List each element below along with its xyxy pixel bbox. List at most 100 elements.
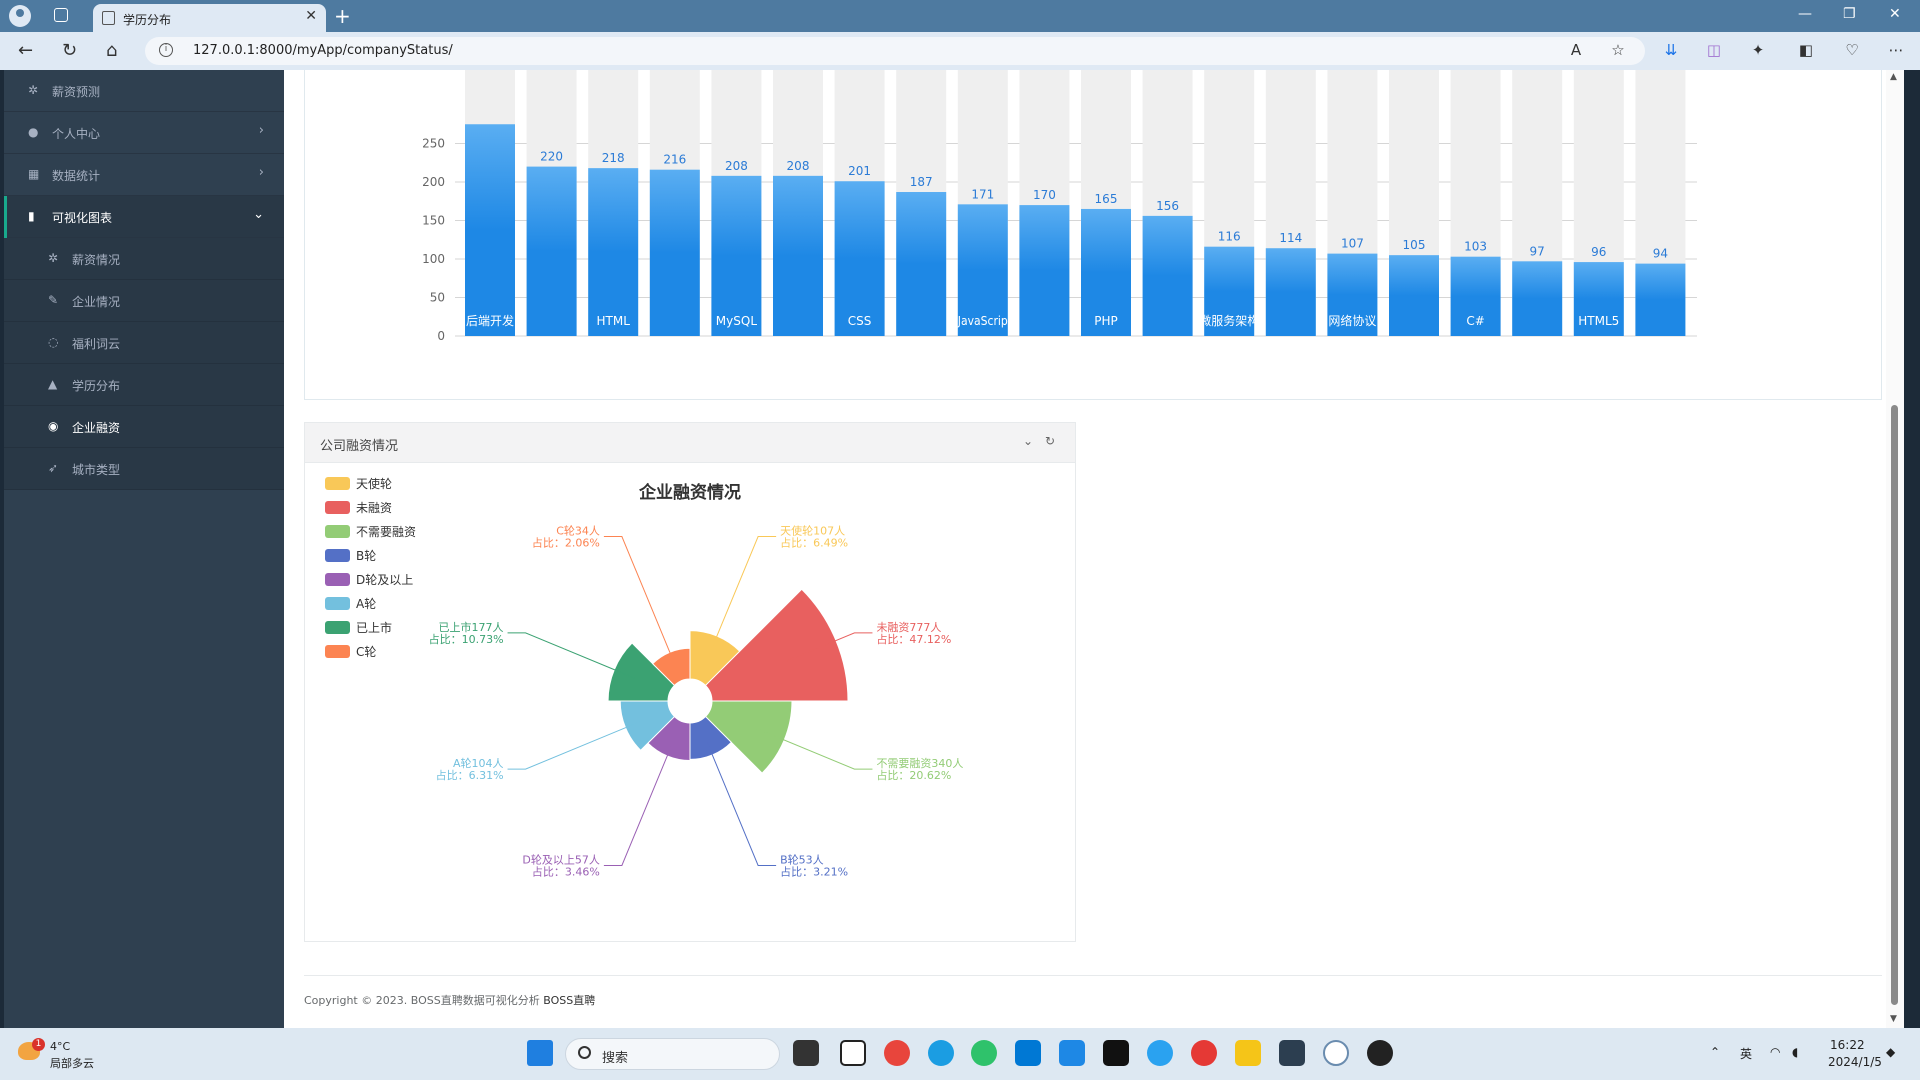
footer-brand-link[interactable]: BOSS直聘 — [543, 994, 595, 1007]
split-screen-icon[interactable]: ◧ — [1798, 42, 1814, 58]
panel-title: 公司融资情况 — [320, 439, 399, 454]
volume-icon[interactable]: ◖ — [1792, 1045, 1798, 1059]
sidebar-subitem-company[interactable]: ✎ 企业情况 — [4, 280, 284, 322]
close-tab-icon[interactable]: ✕ — [305, 8, 317, 24]
app-record-icon[interactable] — [1367, 1040, 1393, 1066]
minimize-icon[interactable]: — — [1798, 6, 1812, 22]
brush-icon: ✎ — [48, 293, 59, 307]
sidebar-subitem-education[interactable]: ▲ 学历分布 — [4, 364, 284, 406]
bar-category-label: JavaScrip — [957, 314, 1008, 328]
app-cat-icon[interactable] — [1279, 1040, 1305, 1066]
sidebar-item-label: 个人中心 — [52, 127, 101, 141]
refresh-icon[interactable]: ↻ — [62, 40, 77, 61]
profile-icon[interactable] — [9, 5, 31, 27]
legend-swatch — [325, 645, 350, 658]
sidebar-subitem-city-type[interactable]: ➶ 城市类型 — [4, 448, 284, 490]
vertical-scrollbar[interactable]: ▲ ▼ — [1886, 70, 1904, 1028]
home-icon[interactable]: ⌂ — [106, 40, 117, 61]
bar — [1635, 263, 1686, 336]
financing-rose-chart: 企业融资情况 天使轮未融资不需要融资 B轮 D轮及以上 A轮已上市 C轮 天使轮107人占比… — [325, 476, 963, 878]
scrollbar-thumb[interactable] — [1891, 405, 1898, 1005]
file-explorer-icon[interactable] — [793, 1040, 819, 1066]
sticky-notes-icon[interactable] — [1235, 1040, 1261, 1066]
scroll-up-icon[interactable]: ▲ — [1890, 72, 1897, 82]
url-bar[interactable]: i 127.0.0.1:8000/myApp/companyStatus/ — [145, 37, 1645, 65]
slice-label: B轮53人 — [780, 852, 824, 866]
wechat-icon[interactable] — [971, 1040, 997, 1066]
start-windows-icon[interactable] — [527, 1040, 553, 1066]
collapse-chevron-icon[interactable]: ⌄ — [1023, 434, 1033, 448]
gear-icon: ✲ — [48, 251, 59, 265]
more-menu-icon[interactable]: ⋯ — [1888, 42, 1904, 58]
y-tick-label: 50 — [430, 291, 445, 305]
sidebar-subitem-financing[interactable]: ◉ 企业融资 — [4, 406, 284, 448]
bar — [1265, 248, 1316, 336]
sidebar-item-label: 数据统计 — [52, 169, 101, 183]
favorite-star-icon[interactable]: ☆ — [1610, 42, 1626, 58]
bar-value-label: 156 — [1156, 199, 1179, 213]
browser-essentials-icon[interactable]: ♡ — [1844, 42, 1860, 58]
scroll-down-icon[interactable]: ▼ — [1890, 1014, 1897, 1024]
refresh-icon[interactable]: ↻ — [1045, 434, 1055, 448]
sidebar-subitem-welfare-cloud[interactable]: ◌ 福利词云 — [4, 322, 284, 364]
read-aloud-icon[interactable]: A — [1568, 42, 1584, 58]
bar-category-label: C# — [1466, 314, 1484, 328]
workspaces-icon[interactable] — [54, 8, 68, 22]
url-text[interactable]: 127.0.0.1:8000/myApp/companyStatus/ — [193, 43, 453, 58]
notion-icon[interactable] — [840, 1040, 866, 1066]
ime-indicator[interactable]: 英 — [1740, 1045, 1752, 1062]
app-arrow-icon[interactable] — [1059, 1040, 1085, 1066]
bar — [588, 168, 639, 336]
chat-app-icon[interactable] — [1147, 1040, 1173, 1066]
browser-tab[interactable]: 学历分布 ✕ — [93, 4, 326, 32]
chrome-icon[interactable] — [884, 1040, 910, 1066]
taskbar-search[interactable]: 搜索 — [565, 1038, 780, 1070]
leader-line — [603, 536, 675, 663]
vscode-icon[interactable] — [1015, 1040, 1041, 1066]
back-icon[interactable]: ← — [18, 40, 33, 61]
panel-header: 公司融资情况 ⌄ ↻ — [305, 423, 1075, 463]
sidebar-item-visual-charts[interactable]: ▮ 可视化图表 ⌄ — [4, 196, 284, 238]
sidebar-item-personal-center[interactable]: ● 个人中心 › — [4, 112, 284, 154]
legend-label: 已上市 — [356, 620, 392, 635]
main-content: 250 200 150 100 50 0 后端开发 220 218 HTML 216 208 MySQL… — [284, 70, 1886, 1028]
page-viewport: ✲ 薪资预测 ● 个人中心 › ▦ 数据统计 › ▮ 可视化图表 ⌄ ✲ 薪资情… — [4, 70, 1904, 1028]
jetbrains-icon[interactable] — [1103, 1040, 1129, 1066]
extension-download-icon[interactable]: ⇊ — [1663, 42, 1679, 58]
bar — [526, 166, 577, 336]
clock-date[interactable]: 2024/1/5 — [1828, 1055, 1882, 1069]
extensions-icon[interactable]: ✦ — [1750, 42, 1766, 58]
chevron-down-icon: ⌄ — [253, 207, 264, 222]
sidebar-subitem-salary[interactable]: ✲ 薪资情况 — [4, 238, 284, 280]
close-window-icon[interactable]: ✕ — [1889, 6, 1901, 22]
bar-value-label: 218 — [602, 151, 625, 165]
bar — [1512, 261, 1563, 336]
sidebar-subitem-label: 福利词云 — [72, 337, 121, 351]
new-tab-icon[interactable]: + — [334, 4, 351, 28]
lightbulb-icon: ◌ — [48, 335, 59, 349]
bar-value-label: 97 — [1530, 244, 1545, 258]
address-toolbar: ← ↻ ⌂ i 127.0.0.1:8000/myApp/companyStat… — [0, 32, 1920, 70]
sidebar-item-data-stats[interactable]: ▦ 数据统计 › — [4, 154, 284, 196]
slice-percent-label: 占比：3.46% — [532, 864, 600, 878]
y-tick-label: 250 — [422, 137, 445, 151]
sidebar-item-salary-prediction[interactable]: ✲ 薪资预测 — [4, 70, 284, 112]
site-info-icon[interactable]: i — [159, 43, 173, 57]
chevron-right-icon: › — [258, 165, 264, 180]
leader-line — [507, 720, 643, 770]
extension-book-icon[interactable]: ◫ — [1706, 42, 1722, 58]
notification-bell-icon[interactable]: ◆ — [1886, 1045, 1895, 1059]
browser-tab-bar: 学历分布 ✕ + — ❐ ✕ — [0, 0, 1920, 32]
grid-icon: ▦ — [28, 167, 40, 181]
restore-icon[interactable]: ❐ — [1843, 6, 1856, 22]
netease-music-icon[interactable] — [1191, 1040, 1217, 1066]
user-icon: ● — [28, 125, 39, 139]
clock-time[interactable]: 16:22 — [1830, 1038, 1865, 1052]
edge-icon[interactable] — [928, 1040, 954, 1066]
legend-label: B轮 — [356, 549, 376, 563]
app-cluster-icon[interactable] — [1323, 1040, 1349, 1066]
wifi-icon[interactable]: ◠ — [1770, 1045, 1780, 1059]
bar-value-label: 96 — [1591, 245, 1606, 259]
legend-swatch — [325, 477, 350, 490]
tray-overflow-icon[interactable]: ⌃ — [1710, 1045, 1720, 1059]
